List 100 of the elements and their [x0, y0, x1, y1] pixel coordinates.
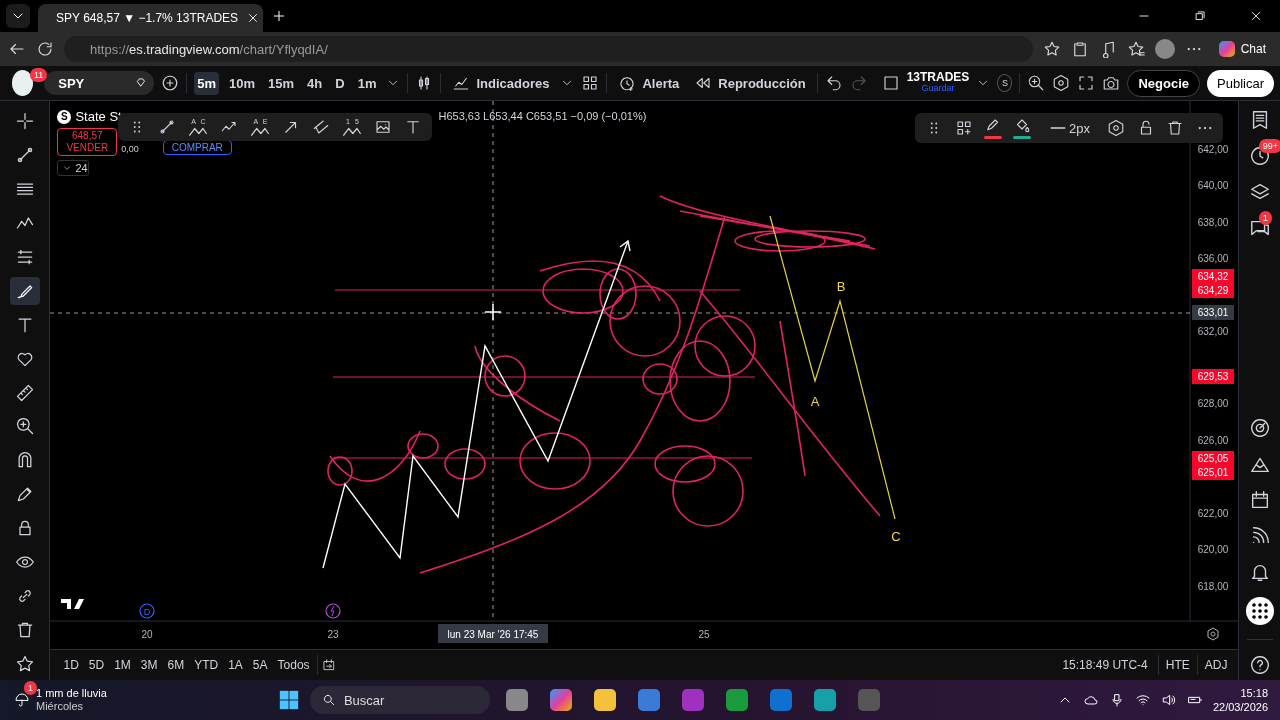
- add-symbol-icon[interactable]: [161, 74, 180, 92]
- avatar-icon[interactable]: [1154, 39, 1175, 59]
- apps-icon[interactable]: [1245, 597, 1274, 625]
- undo-icon[interactable]: [824, 74, 843, 92]
- price-label: 620,00: [1198, 544, 1229, 555]
- symbol-search-field[interactable]: SPY: [44, 71, 155, 95]
- range-button[interactable]: 6M: [164, 656, 188, 674]
- favorites-icon[interactable]: [1126, 40, 1145, 58]
- price-label: 636,00: [1198, 253, 1229, 264]
- line-width-button[interactable]: 2px: [1042, 118, 1096, 138]
- range-button[interactable]: 1M: [111, 656, 134, 674]
- price-label: 622,00: [1198, 508, 1229, 519]
- price-tag: 629,53: [1192, 369, 1235, 384]
- collapse-button[interactable]: 24: [57, 160, 90, 176]
- taskbar-time[interactable]: 15:18: [1240, 686, 1268, 700]
- search-icon[interactable]: [321, 693, 336, 707]
- app-icon[interactable]: [725, 689, 748, 711]
- app-icon[interactable]: [637, 689, 660, 711]
- speaker-icon[interactable]: [1160, 692, 1177, 708]
- time-label: 25: [698, 629, 710, 640]
- search-field[interactable]: Buscar: [309, 686, 490, 714]
- settings-icon[interactable]: [1052, 74, 1071, 92]
- range-button[interactable]: 5D: [85, 656, 108, 674]
- notification-badge: 1: [1258, 211, 1272, 225]
- image-icon[interactable]: [374, 118, 393, 136]
- tradingview-logo-icon[interactable]: [61, 599, 85, 609]
- help-icon[interactable]: [1248, 654, 1271, 676]
- spread-value: 0,00: [121, 144, 139, 154]
- timeframe-tab[interactable]: 1m: [354, 71, 380, 95]
- range-button[interactable]: YTD: [191, 656, 222, 674]
- address-field[interactable]: https://es.tradingview.com/chart/YflyqdIA/: [64, 36, 1033, 62]
- range-button[interactable]: 5A: [249, 656, 271, 674]
- add-icon[interactable]: [954, 119, 973, 137]
- browser-tab[interactable]: SPY 648,57 ▼ −1.7% 13TRADES: [38, 4, 263, 32]
- trade-button[interactable]: Negocie: [1127, 69, 1201, 97]
- app-icon[interactable]: [769, 689, 792, 711]
- range-button[interactable]: Todos: [274, 656, 313, 674]
- umbrella-icon[interactable]: [14, 692, 30, 708]
- indicators-button[interactable]: Indicadores: [448, 74, 554, 92]
- price-tag: 633,01: [1192, 305, 1235, 320]
- profile-avatar-icon[interactable]: [12, 70, 34, 96]
- brush-icon[interactable]: [9, 276, 40, 305]
- session-button[interactable]: HTE: [1162, 656, 1193, 674]
- reload-icon[interactable]: [36, 40, 54, 58]
- star-icon[interactable]: [1042, 40, 1061, 58]
- timeframe-tab[interactable]: 5m: [194, 71, 220, 95]
- search-icon[interactable]: [1027, 74, 1046, 92]
- taskbar-date[interactable]: 22/03/2026: [1212, 700, 1268, 714]
- price-label: 626,00: [1198, 435, 1229, 446]
- settings-icon[interactable]: [1207, 627, 1219, 641]
- app-icon[interactable]: [813, 689, 836, 711]
- price-label: 628,00: [1198, 398, 1229, 409]
- alarm-clock-icon[interactable]: [618, 74, 637, 92]
- range-button[interactable]: 1A: [225, 656, 246, 674]
- windows-logo-icon[interactable]: [277, 689, 300, 711]
- alert-button[interactable]: Alerta: [614, 74, 684, 92]
- app-icon[interactable]: [505, 689, 528, 711]
- fullscreen-icon[interactable]: [1077, 74, 1096, 92]
- weather-day[interactable]: Miércoles: [36, 700, 107, 713]
- adjust-button[interactable]: ADJ: [1201, 656, 1231, 674]
- weather-text[interactable]: 1 mm de lluvia: [36, 687, 107, 700]
- notification-badge: 99+: [1258, 139, 1280, 153]
- line-color-swatch[interactable]: [984, 136, 1003, 139]
- timeframe-tab[interactable]: 4h: [304, 71, 326, 95]
- timeframe-tab[interactable]: 10m: [226, 71, 259, 95]
- timeframe-tab[interactable]: 15m: [265, 71, 298, 95]
- time-tag: lun 23 Mar '26 17:45: [438, 624, 549, 643]
- app-icon[interactable]: [681, 689, 704, 711]
- fill-color-swatch[interactable]: [1013, 136, 1032, 139]
- publish-button[interactable]: Publicar: [1207, 69, 1274, 97]
- clock-time[interactable]: 15:18:49 UTC-4: [1056, 658, 1154, 672]
- tab-title: SPY 648,57 ▼ −1.7% 13TRADES: [56, 11, 239, 25]
- app-icon[interactable]: [549, 689, 572, 711]
- settings-icon[interactable]: [1107, 119, 1126, 137]
- notification-badge: 11: [30, 68, 48, 82]
- timeframe-tab[interactable]: D: [332, 71, 348, 95]
- camera-icon[interactable]: [1102, 74, 1121, 92]
- target-icon[interactable]: [1248, 417, 1271, 439]
- layout-name-button[interactable]: 13TRADES Guardar: [906, 72, 970, 94]
- sell-button[interactable]: 648,57 VENDER: [57, 128, 118, 156]
- trash-icon[interactable]: [1166, 119, 1185, 137]
- date-range-icon[interactable]: [321, 658, 336, 672]
- folder-icon[interactable]: [593, 689, 616, 711]
- dividend-marker[interactable]: D: [139, 603, 156, 619]
- channel-icon[interactable]: [312, 118, 331, 136]
- lightning-icon[interactable]: [325, 603, 342, 619]
- crosshair-cursor-icon: [484, 303, 503, 321]
- new-tab-icon[interactable]: [271, 8, 287, 24]
- trend-line-icon[interactable]: [158, 118, 177, 136]
- chevron-down-icon[interactable]: [62, 163, 73, 173]
- templates-icon[interactable]: [581, 74, 600, 92]
- price-label: 642,00: [1198, 144, 1229, 155]
- price-tag: 634,32 634,29: [1192, 269, 1235, 298]
- price-label: 632,00: [1198, 326, 1229, 337]
- wave-label: A: [811, 394, 820, 409]
- range-button[interactable]: 1D: [60, 656, 82, 674]
- wifi-icon[interactable]: [1134, 692, 1151, 708]
- replay-button[interactable]: Reproducción: [690, 74, 810, 92]
- range-button[interactable]: 3M: [137, 656, 161, 674]
- layout-icon[interactable]: [881, 74, 900, 92]
